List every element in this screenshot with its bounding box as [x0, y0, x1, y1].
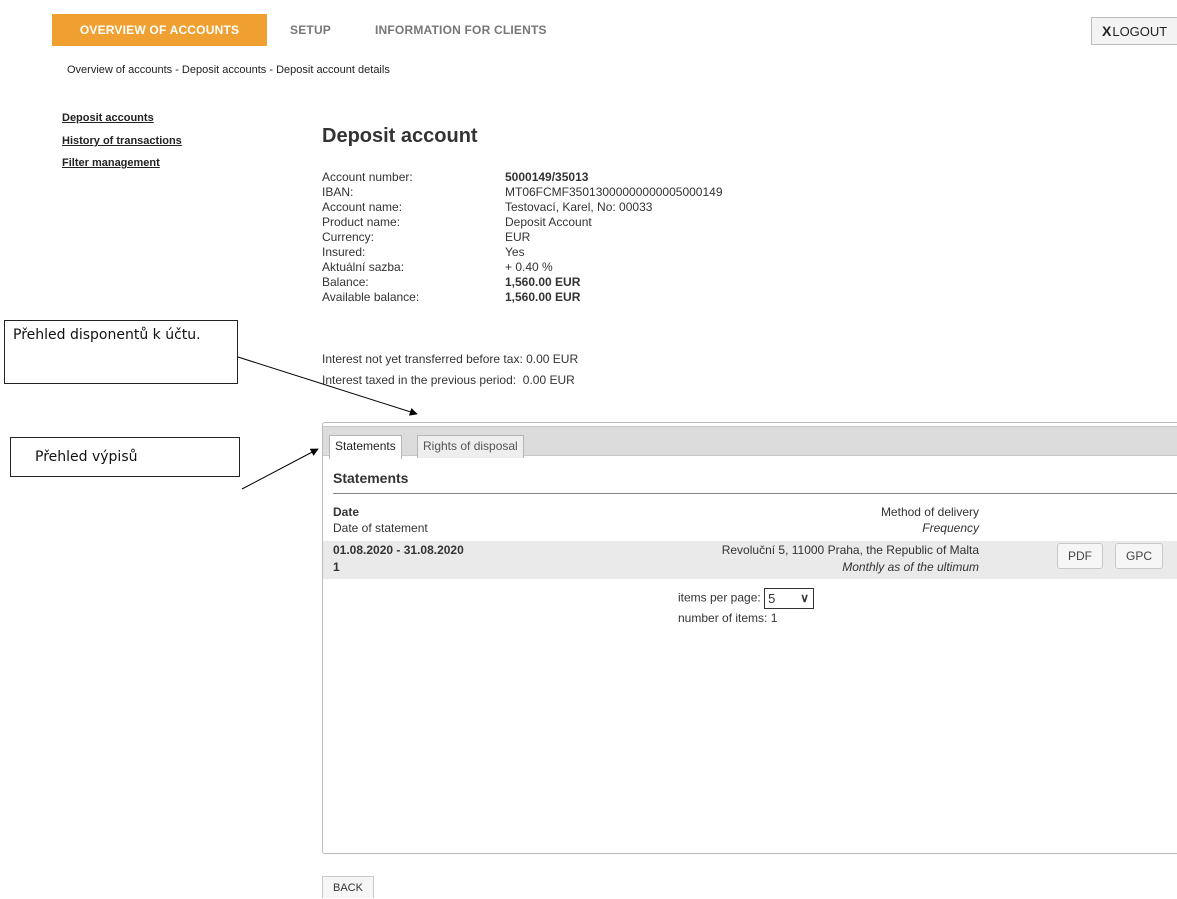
arrow-to-statements — [241, 448, 319, 490]
annotation-arrows — [237, 356, 418, 490]
arrow-to-rights-of-disposal — [237, 356, 418, 416]
